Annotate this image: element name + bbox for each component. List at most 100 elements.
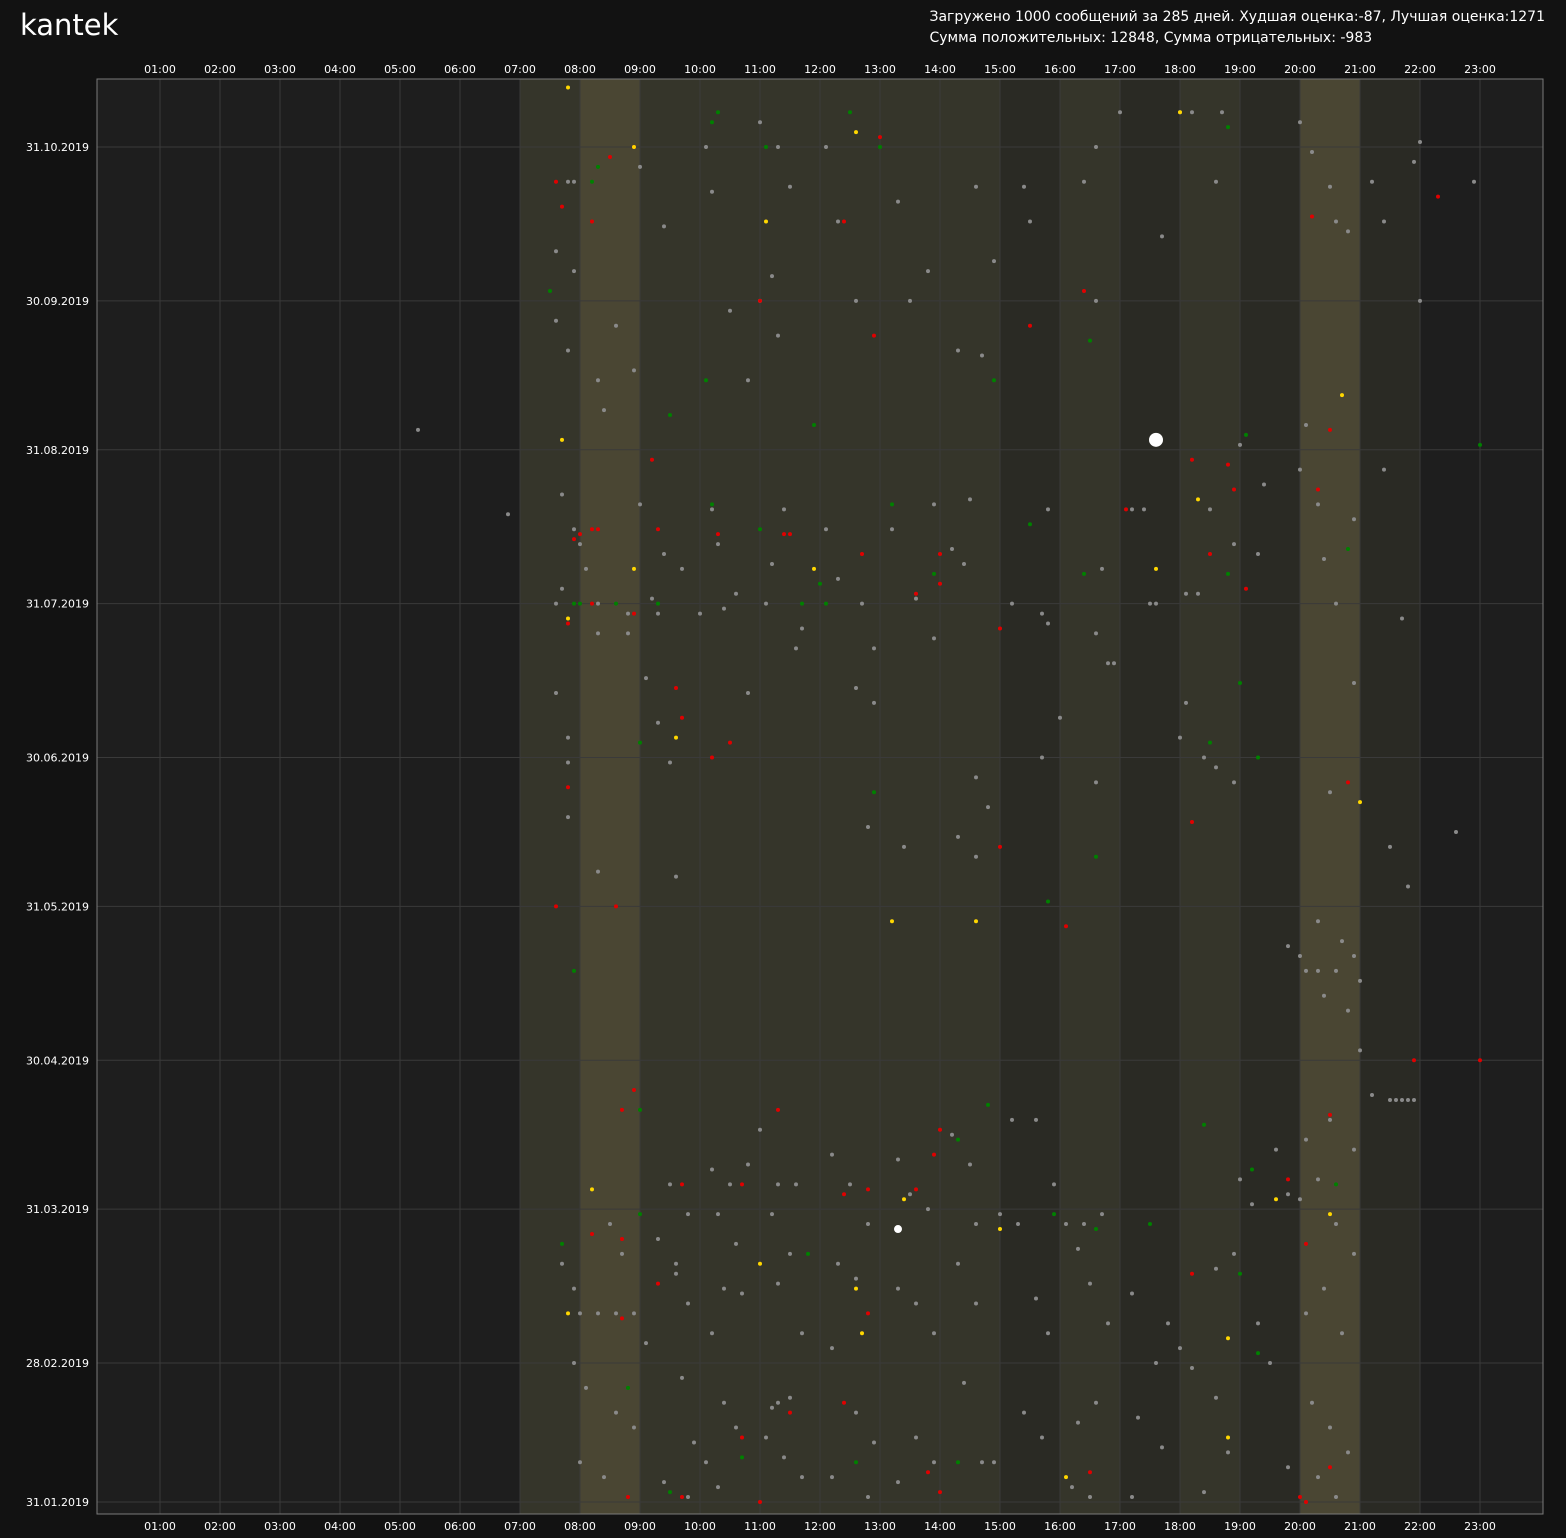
x-tick-label-bottom: 13:00 <box>864 1520 896 1533</box>
neutral-point <box>1250 1202 1254 1207</box>
neutral-point <box>1352 681 1356 686</box>
negative-point <box>566 785 570 790</box>
neutral-point <box>914 596 918 601</box>
x-tick-label-top: 08:00 <box>564 63 596 76</box>
neutral-point <box>1382 219 1386 224</box>
neutral-point <box>1352 517 1356 522</box>
neutral-point <box>968 497 972 502</box>
negative-point <box>680 1182 684 1187</box>
highlight-point <box>902 1197 906 1202</box>
x-tick-label-top: 20:00 <box>1284 63 1316 76</box>
highlight-point <box>1196 497 1200 502</box>
neutral-point <box>560 1261 564 1266</box>
neutral-point <box>710 189 714 194</box>
neutral-point <box>566 735 570 740</box>
neutral-point <box>1334 219 1338 224</box>
negative-point <box>938 1127 942 1132</box>
highlight-point <box>1178 110 1182 115</box>
neutral-point <box>578 1460 582 1465</box>
highlight-point <box>860 1331 864 1336</box>
neutral-point <box>1322 993 1326 998</box>
neutral-point <box>710 1331 714 1336</box>
neutral-point <box>626 631 630 636</box>
negative-point <box>998 626 1002 631</box>
negative-point <box>842 1192 846 1197</box>
neutral-point <box>776 1281 780 1286</box>
negative-point <box>596 527 600 532</box>
neutral-point <box>1358 978 1362 983</box>
highlight-point <box>674 735 678 740</box>
neutral-point <box>1178 1346 1182 1351</box>
neutral-point <box>1472 179 1476 184</box>
marker-point <box>894 1225 902 1234</box>
hour-band <box>520 79 580 1514</box>
x-tick-label-top: 09:00 <box>624 63 656 76</box>
negative-point <box>578 532 582 537</box>
highlight-point <box>998 1227 1002 1232</box>
neutral-point <box>956 834 960 839</box>
neutral-point <box>1238 442 1242 447</box>
x-tick-label-bottom: 01:00 <box>144 1520 176 1533</box>
negative-point <box>998 844 1002 849</box>
negative-point <box>1316 487 1320 492</box>
negative-point <box>1232 487 1236 492</box>
neutral-point <box>974 1301 978 1306</box>
y-tick-label: 31.07.2019 <box>26 598 89 611</box>
neutral-point <box>680 566 684 571</box>
negative-point <box>938 581 942 586</box>
neutral-point <box>764 1435 768 1440</box>
neutral-point <box>656 720 660 725</box>
neutral-point <box>1346 1008 1350 1013</box>
neutral-point <box>854 1276 858 1281</box>
neutral-point <box>1316 968 1320 973</box>
hour-band <box>1360 79 1420 1514</box>
neutral-point <box>1316 1177 1320 1182</box>
x-tick-label-top: 21:00 <box>1344 63 1376 76</box>
neutral-point <box>974 854 978 859</box>
highlight-point <box>1154 566 1158 571</box>
positive-point <box>764 145 768 150</box>
negative-point <box>1244 586 1248 591</box>
neutral-point <box>1298 954 1302 959</box>
neutral-point <box>1058 715 1062 720</box>
positive-point <box>614 601 618 606</box>
neutral-point <box>758 1127 762 1132</box>
x-tick-label-top: 19:00 <box>1224 63 1256 76</box>
neutral-point <box>1088 1495 1092 1500</box>
positive-point <box>806 1251 810 1256</box>
neutral-point <box>572 1286 576 1291</box>
neutral-point <box>962 1380 966 1385</box>
highlight-point <box>1226 1435 1230 1440</box>
positive-point <box>1226 571 1230 576</box>
neutral-point <box>1388 1097 1392 1102</box>
neutral-point <box>560 492 564 497</box>
neutral-point <box>782 1455 786 1460</box>
neutral-point <box>1052 1182 1056 1187</box>
neutral-point <box>932 636 936 641</box>
neutral-point <box>1370 1093 1374 1098</box>
x-tick-label-top: 05:00 <box>384 63 416 76</box>
neutral-point <box>1406 1097 1410 1102</box>
neutral-point <box>662 552 666 557</box>
negative-point <box>554 904 558 909</box>
x-tick-label-bottom: 18:00 <box>1164 1520 1196 1533</box>
positive-point <box>1238 1271 1242 1276</box>
negative-point <box>788 1410 792 1415</box>
neutral-point <box>1394 1097 1398 1102</box>
negative-point <box>572 537 576 542</box>
neutral-point <box>1328 1117 1332 1122</box>
neutral-point <box>1214 1395 1218 1400</box>
hour-band <box>1000 79 1060 1514</box>
neutral-point <box>1328 184 1332 189</box>
hour-band <box>1180 79 1240 1514</box>
negative-point <box>1088 1470 1092 1475</box>
neutral-point <box>854 1410 858 1415</box>
negative-point <box>1028 323 1032 328</box>
neutral-point <box>1028 219 1032 224</box>
x-tick-label-bottom: 07:00 <box>504 1520 536 1533</box>
neutral-point <box>1130 1291 1134 1296</box>
neutral-point <box>1316 502 1320 507</box>
negative-point <box>926 1470 930 1475</box>
neutral-point <box>506 512 510 517</box>
neutral-point <box>638 164 642 169</box>
